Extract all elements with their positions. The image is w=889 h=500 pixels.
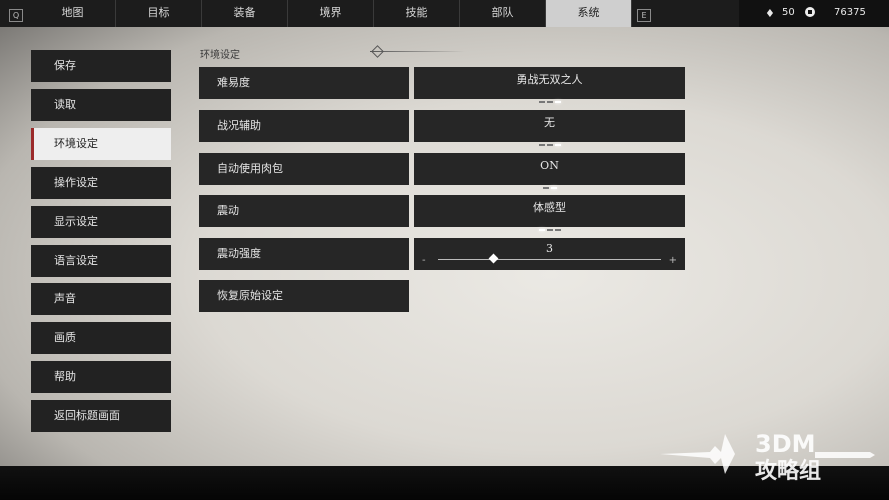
- tab-equipment[interactable]: 装备: [202, 0, 288, 27]
- tab-skills[interactable]: 技能: [374, 0, 460, 27]
- menu-item-graphics[interactable]: 画质: [31, 322, 171, 354]
- menu-item-load[interactable]: 读取: [31, 89, 171, 121]
- tab-map[interactable]: 地图: [30, 0, 116, 27]
- vibration-value: 体感型: [533, 201, 566, 214]
- watermark-text-guide: 攻略组: [755, 458, 821, 484]
- section-title: 环境设定: [200, 50, 240, 61]
- tab-realm[interactable]: 境界: [288, 0, 374, 27]
- vibration-strength-label: 震动强度: [199, 238, 409, 270]
- auto-use-bun-label: 自动使用肉包: [199, 153, 409, 185]
- q-key-hint[interactable]: Q: [9, 9, 23, 22]
- menu-item-save[interactable]: 保存: [31, 50, 171, 82]
- tab-troops[interactable]: 部队: [460, 0, 546, 27]
- slider-plus[interactable]: +: [669, 248, 677, 274]
- e-key-hint[interactable]: E: [637, 9, 651, 22]
- watermark-text-3dm: 3DM: [755, 430, 816, 458]
- menu-item-language-settings[interactable]: 语言设定: [31, 245, 171, 277]
- auto-use-bun-selector[interactable]: ON: [414, 153, 685, 189]
- battle-assist-label: 战况辅助: [199, 110, 409, 142]
- diamond-icon: ♦: [765, 7, 775, 20]
- watermark-logo: 3DM 攻略组: [655, 424, 880, 486]
- battle-assist-value: 无: [544, 116, 555, 129]
- vibration-selector[interactable]: 体感型: [414, 195, 685, 231]
- auto-use-bun-value: ON: [540, 159, 559, 172]
- difficulty-selector[interactable]: 勇战无双之人: [414, 67, 685, 103]
- resource-panel: ♦ 50 76375: [739, 0, 889, 27]
- diamond-count: 50: [782, 7, 795, 18]
- reset-defaults-button[interactable]: 恢复原始设定: [199, 280, 409, 312]
- vibration-strength-value: 3: [546, 242, 553, 255]
- difficulty-label: 难易度: [199, 67, 409, 99]
- menu-item-sound[interactable]: 声音: [31, 283, 171, 315]
- tab-system[interactable]: 系统: [546, 0, 632, 27]
- menu-item-environment-settings[interactable]: 环境设定: [31, 128, 171, 160]
- difficulty-value: 勇战无双之人: [516, 73, 583, 86]
- coin-count: 76375: [834, 7, 866, 18]
- option-dots: [414, 90, 685, 103]
- coin-icon: [805, 7, 815, 20]
- vibration-label: 震动: [199, 195, 409, 227]
- vibration-strength-slider[interactable]: - 3 +: [414, 238, 685, 270]
- option-dots: [414, 176, 685, 189]
- option-dots: [414, 133, 685, 146]
- top-navigation-bar: Q 地图 目标 装备 境界 技能 部队 系统 E ♦ 50 76375: [0, 0, 889, 27]
- menu-item-help[interactable]: 帮助: [31, 361, 171, 393]
- tab-objectives[interactable]: 目标: [116, 0, 202, 27]
- section-divider: [370, 51, 465, 52]
- menu-item-return-to-title[interactable]: 返回标题画面: [31, 400, 171, 432]
- slider-track[interactable]: [438, 259, 661, 260]
- menu-item-display-settings[interactable]: 显示设定: [31, 206, 171, 238]
- menu-item-control-settings[interactable]: 操作设定: [31, 167, 171, 199]
- option-dots: [414, 218, 685, 231]
- battle-assist-selector[interactable]: 无: [414, 110, 685, 146]
